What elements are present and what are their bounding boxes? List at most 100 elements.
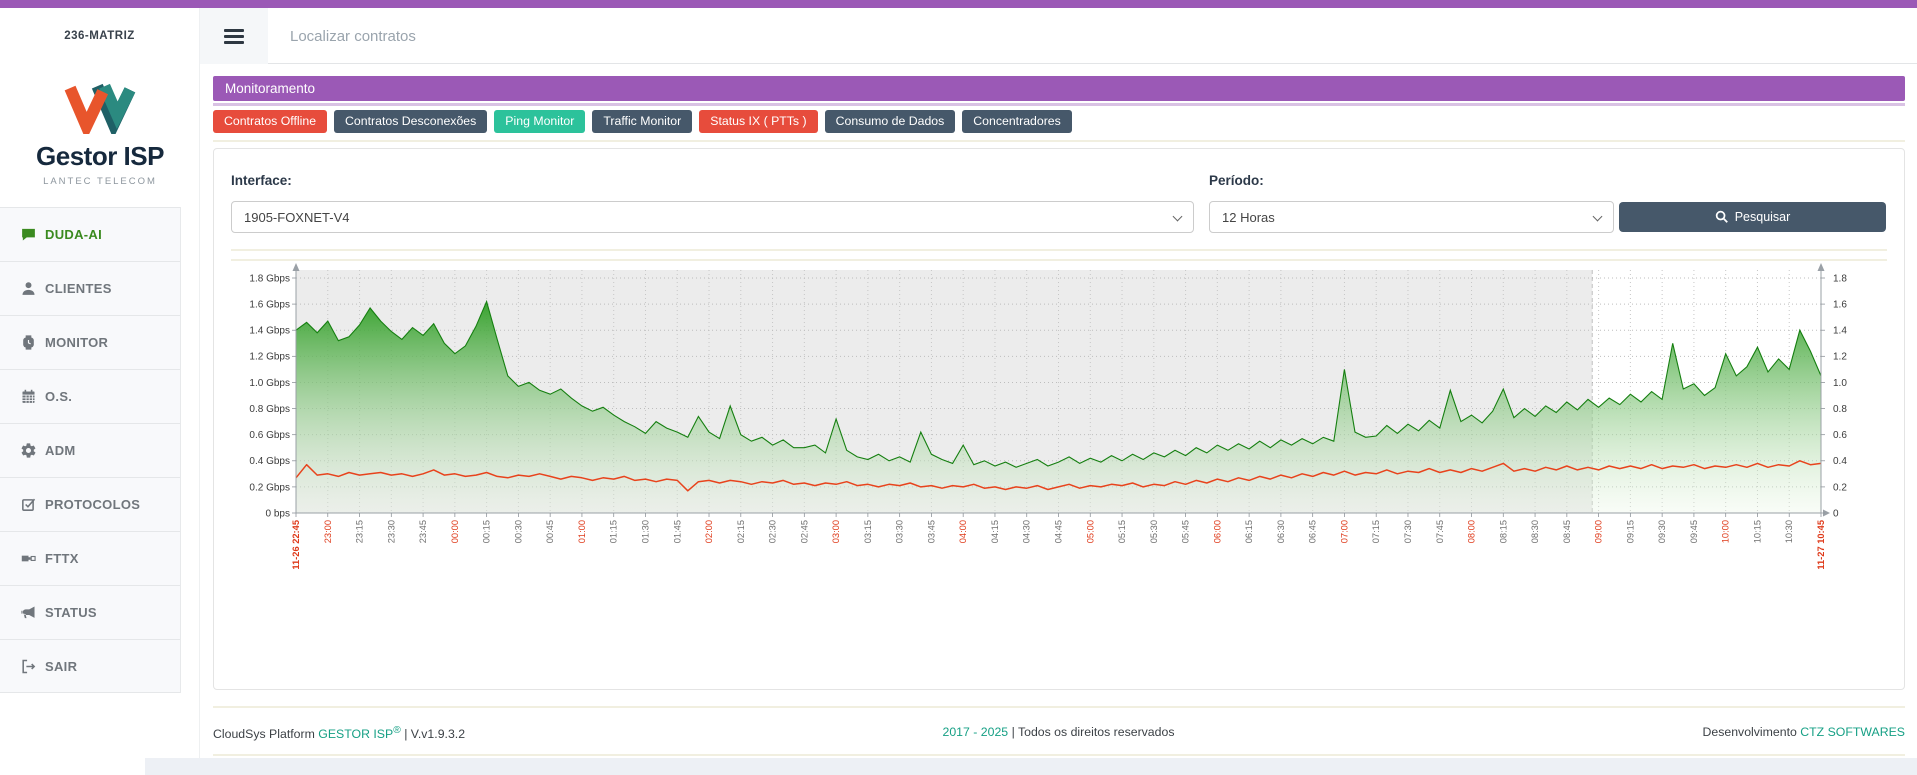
svg-text:1.4: 1.4 xyxy=(1833,326,1847,337)
sidebar-item-label: STATUS xyxy=(45,605,97,620)
megaphone-icon xyxy=(20,604,37,621)
svg-text:00:00: 00:00 xyxy=(450,520,460,543)
contratos-desconexoes-button[interactable]: Contratos Desconexões xyxy=(334,110,487,133)
svg-text:23:30: 23:30 xyxy=(386,520,396,543)
svg-text:0.6: 0.6 xyxy=(1833,430,1847,441)
period-select[interactable]: 12 Horas xyxy=(1209,201,1614,233)
logo: Gestor ISP LANTEC TELECOM xyxy=(0,82,200,187)
svg-text:06:15: 06:15 xyxy=(1244,520,1254,543)
ctz-softwares-link[interactable]: CTZ SOFTWARES xyxy=(1800,725,1905,739)
sidebar-item-monitor[interactable]: MONITOR xyxy=(0,315,180,369)
svg-text:10:15: 10:15 xyxy=(1753,520,1763,543)
svg-text:23:45: 23:45 xyxy=(418,520,428,543)
calendar-icon xyxy=(20,388,37,405)
svg-text:02:15: 02:15 xyxy=(736,520,746,543)
svg-text:0.2 Gbps: 0.2 Gbps xyxy=(249,482,290,493)
status-ix-ptts-button[interactable]: Status IX ( PTTs ) xyxy=(699,110,817,133)
section-header: Monitoramento xyxy=(213,76,1905,101)
traffic-chart: 1.8 Gbps1.6 Gbps1.4 Gbps1.2 Gbps1.0 Gbps… xyxy=(246,263,1871,593)
sidebar-item-label: CLIENTES xyxy=(45,281,112,296)
svg-text:1.2: 1.2 xyxy=(1833,352,1847,363)
sidebar-item-label: PROTOCOLOS xyxy=(45,497,140,512)
menu-toggle-button[interactable] xyxy=(200,8,268,64)
contratos-offline-button[interactable]: Contratos Offline xyxy=(213,110,327,133)
sidebar-item-label: FTTX xyxy=(45,551,79,566)
svg-text:02:00: 02:00 xyxy=(704,520,714,543)
sidebar-item-os[interactable]: O.S. xyxy=(0,369,180,423)
svg-text:03:45: 03:45 xyxy=(926,520,936,543)
app-root: 236-MATRIZ Gestor ISP LANTEC TELECOM DUD… xyxy=(0,0,1917,775)
svg-text:05:00: 05:00 xyxy=(1085,520,1095,543)
svg-text:0.8 Gbps: 0.8 Gbps xyxy=(249,404,290,415)
divider xyxy=(213,706,1905,708)
svg-text:04:45: 04:45 xyxy=(1054,520,1064,543)
sidebar-item-adm[interactable]: ADM xyxy=(0,423,180,477)
svg-text:1.6: 1.6 xyxy=(1833,300,1847,311)
svg-text:07:30: 07:30 xyxy=(1403,520,1413,543)
svg-text:1.8 Gbps: 1.8 Gbps xyxy=(249,273,290,284)
divider xyxy=(231,259,1887,261)
sidebar-item-label: MONITOR xyxy=(45,335,108,350)
sidebar-item-label: O.S. xyxy=(45,389,72,404)
svg-text:23:00: 23:00 xyxy=(323,520,333,543)
svg-text:0.4: 0.4 xyxy=(1833,456,1847,467)
svg-text:0.2: 0.2 xyxy=(1833,482,1847,493)
svg-text:05:15: 05:15 xyxy=(1117,520,1127,543)
concentradores-button[interactable]: Concentradores xyxy=(962,110,1072,133)
svg-text:09:00: 09:00 xyxy=(1594,520,1604,543)
svg-text:1.8: 1.8 xyxy=(1833,273,1847,284)
svg-text:08:00: 08:00 xyxy=(1467,520,1477,543)
sidebar-item-clientes[interactable]: CLIENTES xyxy=(0,261,180,315)
svg-text:04:15: 04:15 xyxy=(990,520,1000,543)
logo-subtitle: LANTEC TELECOM xyxy=(0,176,200,187)
svg-text:11-26 22:45: 11-26 22:45 xyxy=(291,520,301,570)
svg-text:1.0: 1.0 xyxy=(1833,378,1847,389)
chat-icon xyxy=(20,226,37,243)
interface-select[interactable]: 1905-FOXNET-V4 xyxy=(231,201,1194,233)
sidebar-item-label: DUDA-AI xyxy=(45,227,102,242)
sidebar-item-duda-ai[interactable]: DUDA-AI xyxy=(0,207,180,261)
sidebar-menu: DUDA-AI CLIENTES MONITOR O.S. ADM PROTOCOLOS F… xyxy=(0,207,181,693)
header: 236-MATRIZ xyxy=(0,8,1917,64)
sidebar-item-sair[interactable]: SAIR xyxy=(0,639,180,693)
chevron-down-icon xyxy=(1173,212,1183,222)
svg-text:03:30: 03:30 xyxy=(895,520,905,543)
svg-text:0: 0 xyxy=(1833,508,1839,519)
chevron-down-icon xyxy=(1593,212,1603,222)
main-content: Monitoramento Contratos Offline Contratos… xyxy=(200,64,1917,775)
sidebar-item-status[interactable]: STATUS xyxy=(0,585,180,639)
ping-monitor-button[interactable]: Ping Monitor xyxy=(494,110,585,133)
svg-text:01:00: 01:00 xyxy=(577,520,587,543)
svg-text:05:45: 05:45 xyxy=(1181,520,1191,543)
svg-text:01:45: 01:45 xyxy=(672,520,682,543)
svg-text:09:30: 09:30 xyxy=(1657,520,1667,543)
watch-icon xyxy=(20,334,37,351)
svg-text:01:30: 01:30 xyxy=(641,520,651,543)
svg-text:0.4 Gbps: 0.4 Gbps xyxy=(249,456,290,467)
svg-text:07:15: 07:15 xyxy=(1371,520,1381,543)
svg-text:05:30: 05:30 xyxy=(1149,520,1159,543)
search-input[interactable] xyxy=(288,14,1008,58)
svg-text:06:30: 06:30 xyxy=(1276,520,1286,543)
footer-developer: Desenvolvimento CTZ SOFTWARES xyxy=(1703,725,1906,739)
divider xyxy=(213,140,1905,142)
svg-text:06:45: 06:45 xyxy=(1308,520,1318,543)
svg-text:1.0 Gbps: 1.0 Gbps xyxy=(249,378,290,389)
svg-text:08:30: 08:30 xyxy=(1530,520,1540,543)
traffic-monitor-button[interactable]: Traffic Monitor xyxy=(592,110,692,133)
svg-text:10:30: 10:30 xyxy=(1784,520,1794,543)
search-submit-button[interactable]: Pesquisar xyxy=(1619,202,1886,232)
svg-text:0.6 Gbps: 0.6 Gbps xyxy=(249,430,290,441)
connector-icon xyxy=(20,550,37,567)
period-label: Período: xyxy=(1209,173,1264,188)
svg-text:08:45: 08:45 xyxy=(1562,520,1572,543)
logo-mark-icon xyxy=(61,82,139,134)
svg-text:0 bps: 0 bps xyxy=(266,508,290,519)
svg-text:01:15: 01:15 xyxy=(609,520,619,543)
sidebar-item-protocolos[interactable]: PROTOCOLOS xyxy=(0,477,180,531)
svg-text:09:15: 09:15 xyxy=(1625,520,1635,543)
top-accent-strip xyxy=(0,0,1917,8)
consumo-de-dados-button[interactable]: Consumo de Dados xyxy=(825,110,956,133)
bottom-band xyxy=(145,758,1917,775)
sidebar-item-fttx[interactable]: FTTX xyxy=(0,531,180,585)
